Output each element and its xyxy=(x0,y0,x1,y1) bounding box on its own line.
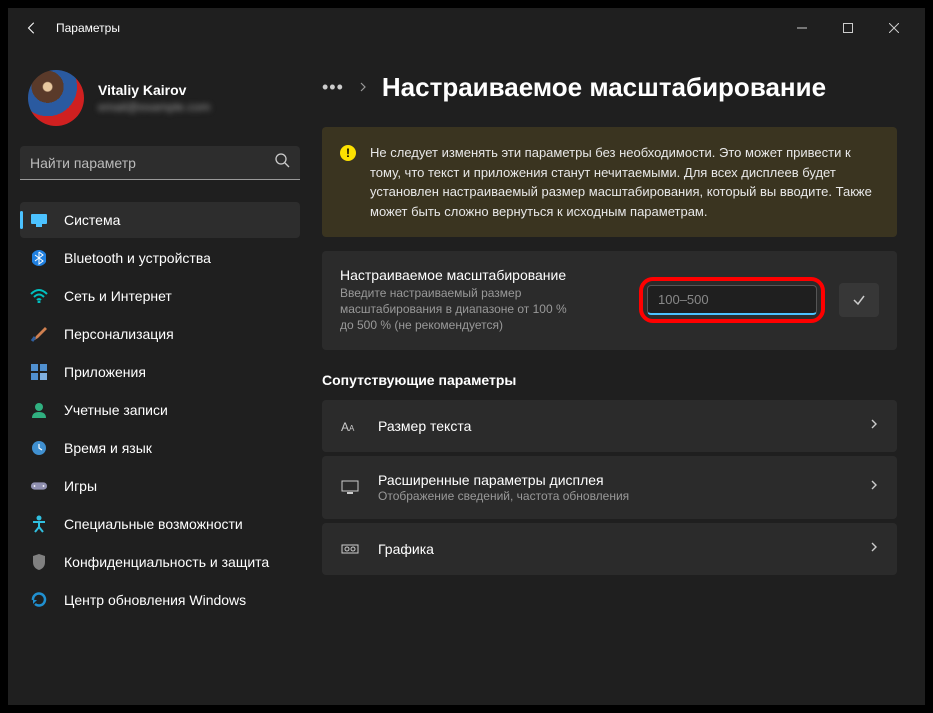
sidebar-item-wifi[interactable]: Сеть и Интернет xyxy=(20,278,300,314)
titlebar: Параметры xyxy=(8,8,925,48)
brush-icon xyxy=(30,325,48,343)
breadcrumb: ••• Настраиваемое масштабирование xyxy=(322,72,897,103)
sidebar-item-label: Время и язык xyxy=(64,440,152,456)
related-title: Графика xyxy=(378,541,851,557)
svg-text:A: A xyxy=(341,420,349,433)
gpu-icon xyxy=(340,539,360,559)
wifi-icon xyxy=(30,287,48,305)
apps-icon xyxy=(30,363,48,381)
related-desc: Отображение сведений, частота обновления xyxy=(378,489,851,503)
page-title: Настраиваемое масштабирование xyxy=(382,72,826,103)
sidebar-item-clock[interactable]: Время и язык xyxy=(20,430,300,466)
sidebar-item-label: Сеть и Интернет xyxy=(64,288,172,304)
maximize-button[interactable] xyxy=(825,12,871,44)
monitor-icon xyxy=(30,211,48,229)
related-header: Сопутствующие параметры xyxy=(322,372,897,388)
sidebar-item-brush[interactable]: Персонализация xyxy=(20,316,300,352)
search-box[interactable] xyxy=(20,146,300,180)
nav: Система Bluetooth и устройства Сеть и Инте… xyxy=(20,202,300,618)
person-icon xyxy=(30,401,48,419)
related-item-gpu[interactable]: Графика xyxy=(322,523,897,575)
chevron-right-icon xyxy=(358,79,368,97)
gamepad-icon xyxy=(30,477,48,495)
related-title: Расширенные параметры дисплея xyxy=(378,472,851,488)
profile-email: email@example.com xyxy=(98,100,210,114)
related-title: Размер текста xyxy=(378,418,851,434)
sidebar: Vitaliy Kairov email@example.com Система… xyxy=(8,48,312,705)
breadcrumb-more-icon[interactable]: ••• xyxy=(322,77,344,98)
warning-text: Не следует изменять эти параметры без не… xyxy=(370,143,879,221)
sidebar-item-apps[interactable]: Приложения xyxy=(20,354,300,390)
back-button[interactable] xyxy=(16,12,48,44)
warning-icon: ! xyxy=(340,145,356,161)
sidebar-item-bluetooth[interactable]: Bluetooth и устройства xyxy=(20,240,300,276)
profile[interactable]: Vitaliy Kairov email@example.com xyxy=(20,48,300,146)
sidebar-item-label: Игры xyxy=(64,478,97,494)
sidebar-item-label: Персонализация xyxy=(64,326,174,342)
sidebar-item-label: Учетные записи xyxy=(64,402,168,418)
sidebar-item-person[interactable]: Учетные записи xyxy=(20,392,300,428)
apply-button[interactable] xyxy=(839,283,879,317)
sidebar-item-label: Конфиденциальность и защита xyxy=(64,554,269,570)
update-icon xyxy=(30,591,48,609)
sidebar-item-label: Система xyxy=(64,212,120,228)
window-title: Параметры xyxy=(56,21,120,35)
warning-card: ! Не следует изменять эти параметры без … xyxy=(322,127,897,237)
sidebar-item-accessibility[interactable]: Специальные возможности xyxy=(20,506,300,542)
setting-title: Настраиваемое масштабирование xyxy=(340,267,639,283)
chevron-right-icon xyxy=(869,417,879,435)
svg-text:A: A xyxy=(349,424,355,433)
sidebar-item-label: Bluetooth и устройства xyxy=(64,250,211,266)
bluetooth-icon xyxy=(30,249,48,267)
sidebar-item-label: Центр обновления Windows xyxy=(64,592,246,608)
close-button[interactable] xyxy=(871,12,917,44)
sidebar-item-shield[interactable]: Конфиденциальность и защита xyxy=(20,544,300,580)
search-input[interactable] xyxy=(30,155,274,171)
shield-icon xyxy=(30,553,48,571)
minimize-button[interactable] xyxy=(779,12,825,44)
related-item-display[interactable]: Расширенные параметры дисплея Отображени… xyxy=(322,456,897,519)
accessibility-icon xyxy=(30,515,48,533)
search-icon xyxy=(274,152,290,173)
sidebar-item-gamepad[interactable]: Игры xyxy=(20,468,300,504)
scale-input[interactable] xyxy=(647,285,817,315)
display-icon xyxy=(340,477,360,497)
sidebar-item-monitor[interactable]: Система xyxy=(20,202,300,238)
profile-name: Vitaliy Kairov xyxy=(98,82,210,98)
highlight-box xyxy=(639,277,825,323)
sidebar-item-label: Специальные возможности xyxy=(64,516,243,532)
chevron-right-icon xyxy=(869,478,879,496)
sidebar-item-update[interactable]: Центр обновления Windows xyxy=(20,582,300,618)
sidebar-item-label: Приложения xyxy=(64,364,146,380)
main: ••• Настраиваемое масштабирование ! Не с… xyxy=(312,48,925,705)
custom-scaling-card: Настраиваемое масштабирование Введите на… xyxy=(322,251,897,350)
related-item-text[interactable]: AA Размер текста xyxy=(322,400,897,452)
setting-desc: Введите настраиваемый размер масштабиров… xyxy=(340,285,570,334)
chevron-right-icon xyxy=(869,540,879,558)
clock-icon xyxy=(30,439,48,457)
avatar xyxy=(28,70,84,126)
text-icon: AA xyxy=(340,416,360,436)
